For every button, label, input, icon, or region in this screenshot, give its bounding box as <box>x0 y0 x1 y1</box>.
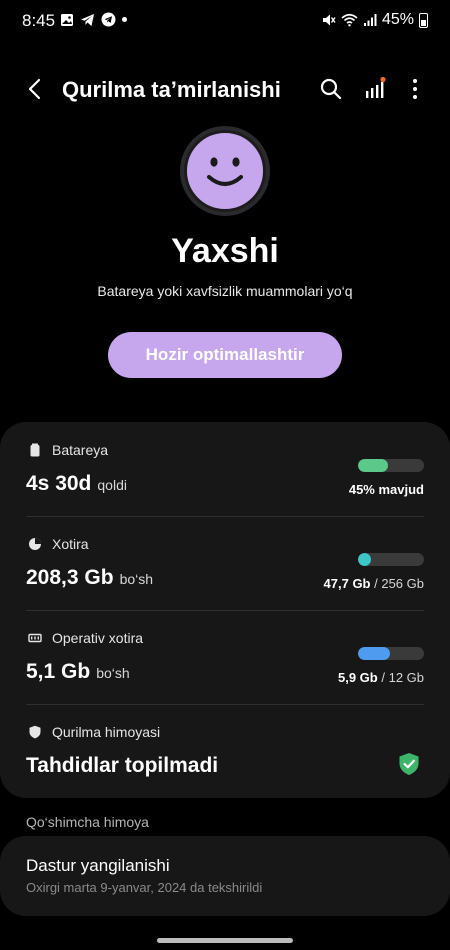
mute-icon <box>322 14 336 26</box>
battery-icon <box>30 443 40 457</box>
wifi-icon <box>341 13 358 27</box>
shield-check-icon <box>399 753 419 775</box>
back-icon[interactable] <box>22 76 48 102</box>
battery-label: Batareya <box>52 442 109 458</box>
shield-icon <box>29 725 41 739</box>
protection-status: Tahdidlar topilmadi <box>26 754 219 777</box>
status-right-icons: 45% <box>322 11 428 29</box>
app-update-card[interactable]: Dastur yangilanishi Oxirgi marta 9-yanva… <box>0 836 450 916</box>
page-title: Qurilma ta’mirlanishi <box>62 77 281 102</box>
telegram-icon <box>81 13 94 26</box>
more-icon[interactable] <box>402 76 428 102</box>
status-heading: Yaxshi <box>171 232 279 270</box>
ram-used: 5,9 Gb <box>337 670 378 685</box>
ram-row[interactable]: Operativ xotira 5,1 Gb bo‘sh 5,9 Gb / 12… <box>0 610 450 704</box>
protection-row[interactable]: Qurilma himoyasi Tahdidlar topilmadi <box>0 704 450 798</box>
status-left-icons <box>60 12 127 27</box>
cell-signal-icon <box>363 14 377 26</box>
battery-suffix: qoldi <box>97 477 127 493</box>
update-subtitle: Oxirgi marta 9-yanvar, 2024 da tekshiril… <box>26 880 263 895</box>
storage-caption: 47,7 Gb / 256 Gb <box>324 576 424 591</box>
storage-label: Xotira <box>52 536 89 552</box>
pie-chart-icon <box>29 538 41 550</box>
protection-label: Qurilma himoyasi <box>52 724 161 740</box>
storage-row[interactable]: Xotira 208,3 Gb bo‘sh 47,7 Gb / 256 Gb <box>0 516 450 610</box>
ram-label: Operativ xotira <box>52 630 144 646</box>
battery-bar-fill <box>358 459 388 472</box>
memory-chip-icon <box>28 633 42 643</box>
optimize-now-button[interactable]: Hozir optimallashtir <box>108 332 342 378</box>
status-subtitle: Batareya yoki xavfsizlik muammolari yo‘q <box>97 283 353 299</box>
smiley-face-icon <box>180 126 270 216</box>
status-bar: 8:45 45% <box>0 0 450 40</box>
ram-free: 5,1 Gb <box>26 660 91 683</box>
home-indicator[interactable] <box>157 938 293 943</box>
ram-bar-fill <box>358 647 391 660</box>
storage-total: / 256 Gb <box>374 576 424 591</box>
battery-bar <box>358 459 424 472</box>
battery-time: 4s 30d <box>26 472 92 495</box>
battery-icon <box>419 12 428 28</box>
battery-percent: 45% <box>381 11 414 28</box>
app-header: Qurilma ta’mirlanishi <box>0 66 450 114</box>
storage-suffix: bo‘sh <box>119 571 154 587</box>
status-time: 8:45 <box>22 11 56 30</box>
telegram-alt-icon <box>101 12 116 27</box>
ram-total: / 12 Gb <box>381 670 424 685</box>
ram-bar <box>358 647 424 660</box>
section-title: Qo‘shimcha himoya <box>26 814 149 830</box>
storage-free: 208,3 Gb <box>26 566 114 589</box>
ram-caption: 5,9 Gb / 12 Gb <box>338 670 424 685</box>
battery-available: 45% mavjud <box>348 482 424 497</box>
search-icon[interactable] <box>318 76 344 102</box>
image-icon <box>61 13 73 26</box>
signal-bars-icon[interactable] <box>362 76 388 102</box>
update-title: Dastur yangilanishi <box>26 856 170 875</box>
smiley-face-inner <box>184 130 266 212</box>
storage-used: 47,7 Gb <box>323 576 371 591</box>
dot-icon <box>122 17 127 22</box>
storage-bar-fill <box>358 553 371 566</box>
storage-bar <box>358 553 424 566</box>
ram-suffix: bo‘sh <box>96 665 130 681</box>
battery-caption: 45% mavjud <box>349 482 424 497</box>
battery-row[interactable]: Batareya 4s 30d qoldi 45% mavjud <box>0 422 450 516</box>
device-info-card: Batareya 4s 30d qoldi 45% mavjud Xotira … <box>0 422 450 798</box>
